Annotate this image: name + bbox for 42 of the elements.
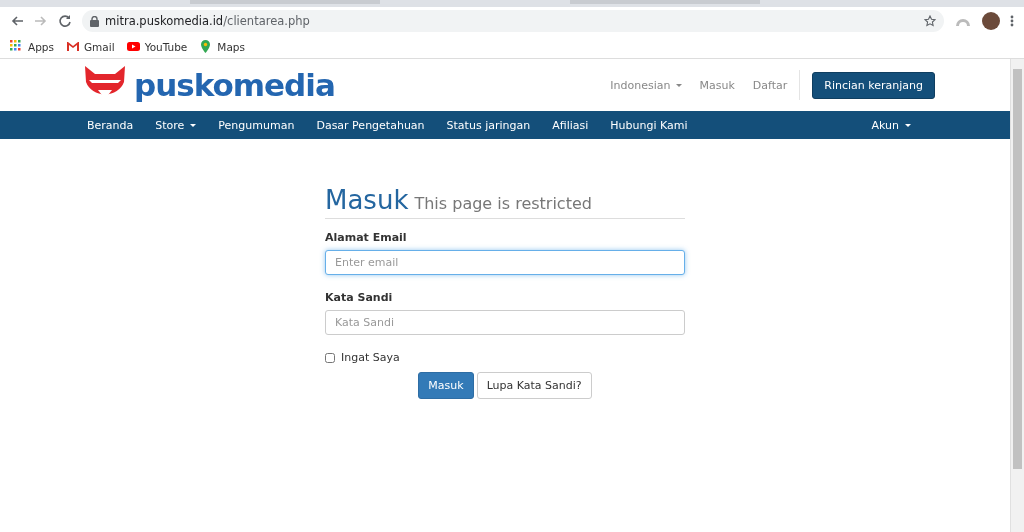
caret-icon [905,123,911,127]
input-field[interactable]: Enter email [325,250,685,275]
login-button[interactable]: Masuk [418,372,474,399]
back-icon[interactable] [10,14,24,28]
address-bar[interactable]: mitra.puskomedia.id/clientarea.php [82,10,944,32]
lock-icon [90,15,99,27]
nav-item[interactable]: Dasar Pengetahuan [305,118,436,132]
cart-button[interactable]: Rincian keranjang [812,71,935,99]
menu-icon[interactable] [1010,15,1014,27]
forgot-password-button[interactable]: Lupa Kata Sandi? [476,372,592,399]
map-pin-icon [199,40,213,53]
logo-text: puskomedia [134,67,335,103]
field-label: Kata Sandi [325,291,394,304]
mail-icon [66,40,79,53]
nav-item[interactable]: Beranda [76,118,145,132]
header-link[interactable]: Indonesian [610,78,682,92]
input-field[interactable]: Kata Sandi [325,310,685,335]
bookmark[interactable]: YouTube [126,40,188,53]
caret-icon [675,83,682,87]
apps-grid-icon [10,40,23,53]
bookmark[interactable]: Gmail [66,40,115,53]
star-icon[interactable] [924,15,936,27]
nav-item[interactable]: Afiliasi [541,118,600,132]
nav-item[interactable]: Store [144,118,208,132]
nav-item[interactable]: Status jaringan [435,118,542,132]
header-link[interactable]: Daftar [752,78,788,92]
bookmark[interactable]: Apps [10,40,54,53]
nav-item[interactable]: Pengumuman [207,118,306,132]
checkbox[interactable] [325,352,335,363]
nav-item[interactable]: Hubungi Kami [599,118,699,132]
nav-item[interactable]: Akun [860,118,922,132]
page-subtitle: This page is restricted [414,194,592,213]
avatar-icon[interactable] [982,12,1000,30]
header-link[interactable]: Masuk [699,78,735,92]
bookmark[interactable]: Maps [199,40,245,53]
reload-icon[interactable] [58,14,72,28]
caret-icon [190,123,197,127]
play-icon [126,40,140,53]
scrollbar-thumb[interactable] [1013,69,1022,469]
checkbox-label: Ingat Saya [341,351,400,364]
page-title: Masuk [325,185,409,215]
field-label: Alamat Email [325,231,408,244]
